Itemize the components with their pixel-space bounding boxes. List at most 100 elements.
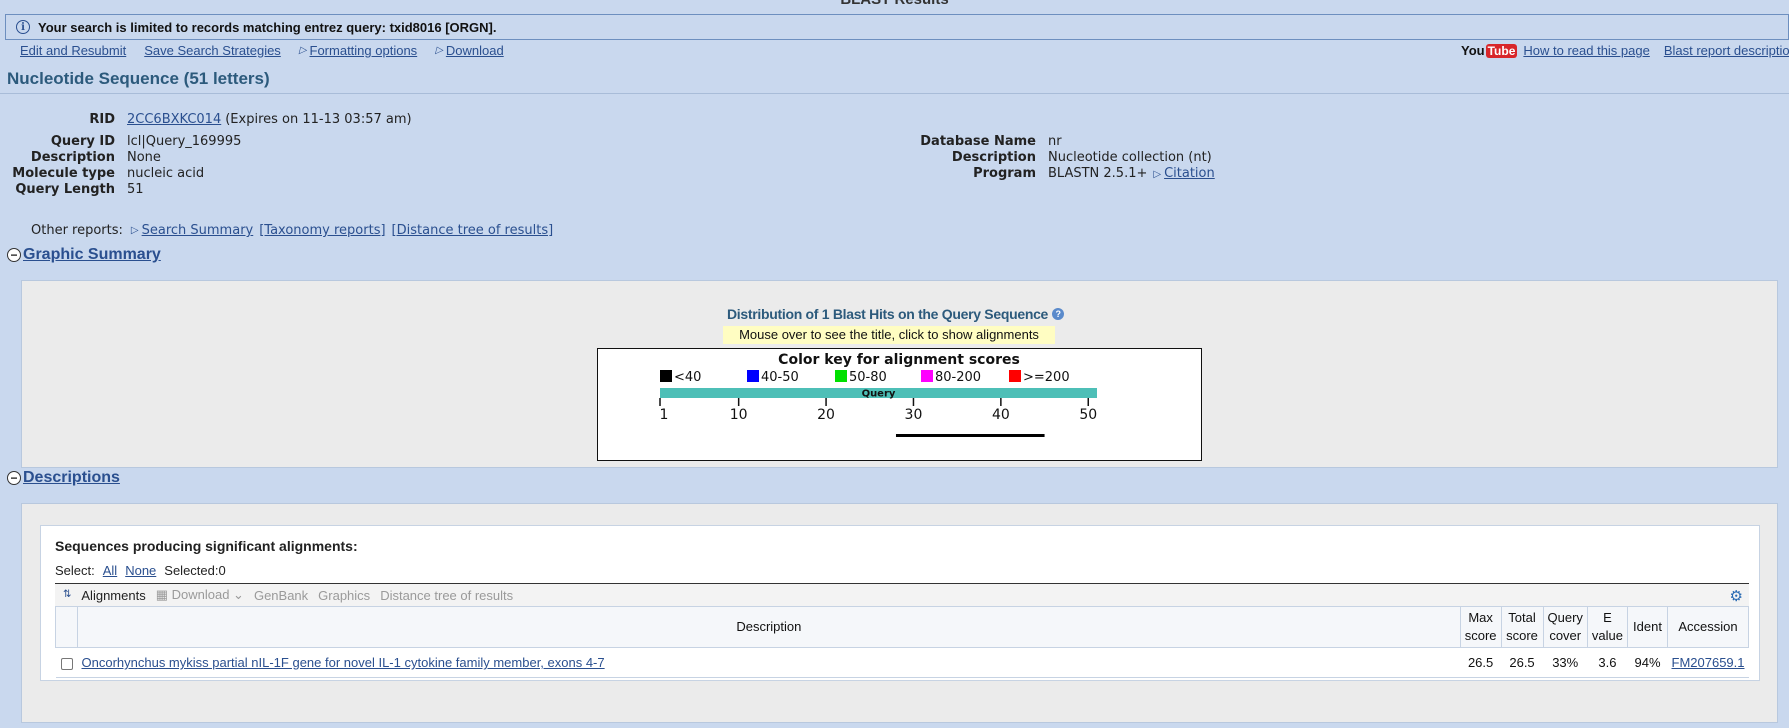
- description-header[interactable]: Description: [77, 606, 1461, 648]
- formatting-options-label[interactable]: Formatting options: [310, 43, 418, 58]
- e-value-cell: 3.6: [1587, 647, 1628, 678]
- help-icon[interactable]: ?: [1052, 308, 1065, 320]
- accession-cell: FM207659.1: [1667, 647, 1749, 678]
- info-label: Query Length: [15, 182, 115, 197]
- sort-icon[interactable]: ⇅: [63, 590, 71, 600]
- axis-tick-label: 50: [1079, 407, 1097, 423]
- description-cell: Oncorhynchus mykiss partial nIL-1F gene …: [77, 647, 1461, 678]
- total-score-header[interactable]: Total score: [1500, 606, 1544, 648]
- graphic-summary-link[interactable]: Graphic Summary: [23, 246, 161, 264]
- save-strategies-link[interactable]: Save Search Strategies: [144, 43, 281, 58]
- descriptions-link[interactable]: Descriptions: [23, 469, 120, 487]
- graphics-button[interactable]: Graphics: [318, 588, 370, 603]
- info-value: nr: [1048, 134, 1062, 149]
- description-link[interactable]: Oncorhynchus mykiss partial nIL-1F gene …: [82, 655, 605, 670]
- rid-label: RID: [89, 112, 115, 127]
- edit-resubmit-link[interactable]: Edit and Resubmit: [20, 43, 126, 58]
- distribution-title: Distribution of 1 Blast Hits on the Quer…: [727, 306, 1065, 322]
- selected-count: Selected:0: [164, 563, 226, 578]
- formatting-options-toggle[interactable]: ▷ Formatting options: [299, 43, 417, 58]
- results-table: Description Max score Total score Query cov…: [55, 606, 1749, 678]
- info-label: Program: [973, 166, 1036, 181]
- select-column-header: [55, 606, 78, 648]
- color-key-label: 40-50: [761, 370, 799, 385]
- rid-link[interactable]: 2CC6BXKC014: [127, 112, 221, 128]
- distribution-title-text: Distribution of 1 Blast Hits on the Quer…: [727, 306, 1049, 322]
- max-score-cell: 26.5: [1460, 647, 1502, 678]
- axis-tick-label: 20: [817, 407, 835, 423]
- collapse-icon[interactable]: −: [7, 248, 21, 262]
- triangle-right-icon: ▷: [298, 45, 307, 56]
- collapse-icon[interactable]: −: [7, 471, 21, 485]
- row-checkbox[interactable]: [60, 657, 73, 670]
- help-toolbar: You Tube How to read this page Blast repo…: [1461, 43, 1789, 58]
- sequence-title: Nucleotide Sequence (51 letters): [7, 69, 270, 88]
- color-key-swatch: [1009, 370, 1021, 382]
- divider: [0, 93, 1789, 94]
- distance-tree-link[interactable]: [Distance tree of results]: [392, 223, 554, 238]
- gear-icon[interactable]: ⚙: [1730, 587, 1743, 605]
- mouse-over-note: Mouse over to see the title, click to sh…: [723, 326, 1055, 344]
- color-key-swatch: [660, 370, 672, 382]
- color-key-swatch: [747, 370, 759, 382]
- info-row: Database Name nr: [0, 134, 1215, 150]
- descriptions-toolbar: ⇅ Alignments ▦ Download ⌄ GenBank Graphi…: [55, 583, 1749, 606]
- total-score-cell: 26.5: [1501, 647, 1544, 678]
- row-checkbox-cell: [55, 647, 78, 678]
- color-key-label: >=200: [1023, 370, 1070, 385]
- download-button[interactable]: ▦ Download ⌄: [156, 587, 244, 603]
- table-row: Oncorhynchus mykiss partial nIL-1F gene …: [55, 647, 1749, 678]
- axis-tick-label: 1: [660, 407, 669, 423]
- accession-link[interactable]: FM207659.1: [1672, 655, 1745, 670]
- info-row: Description Nucleotide collection (nt): [0, 150, 1215, 166]
- select-all-link[interactable]: All: [103, 563, 117, 578]
- alignment-graphic: Color key for alignment scores <40 40-50 5…: [659, 352, 1097, 437]
- download-toggle[interactable]: ▷ Download: [435, 43, 504, 58]
- descriptions-heading: − Descriptions: [7, 469, 120, 487]
- notice-text: Your search is limited to records matchi…: [38, 19, 497, 35]
- how-to-read-link[interactable]: How to read this page: [1523, 43, 1649, 58]
- info-row: Program BLASTN 2.5.1+ ▷ Citation: [0, 166, 1215, 182]
- query-cover-cell: 33%: [1543, 647, 1588, 678]
- triangle-right-icon: ▷: [130, 225, 139, 236]
- select-label: Select:: [55, 563, 95, 578]
- accession-header[interactable]: Accession: [1667, 606, 1749, 648]
- citation-link[interactable]: Citation: [1164, 166, 1215, 181]
- color-key-label: <40: [674, 370, 701, 385]
- citation-toggle[interactable]: ▷ Citation: [1153, 166, 1214, 182]
- taxonomy-reports-link[interactable]: [Taxonomy reports]: [259, 223, 385, 238]
- ident-cell: 94%: [1627, 647, 1668, 678]
- alignments-button[interactable]: Alignments: [81, 588, 145, 603]
- info-value: BLASTN 2.5.1+: [1048, 166, 1148, 181]
- rid-expires: (Expires on 11-13 03:57 am): [225, 112, 412, 127]
- max-score-header[interactable]: Max score: [1459, 606, 1502, 648]
- info-label: Database Name: [920, 134, 1036, 149]
- page-title: BLAST Results: [0, 0, 1789, 8]
- download-label[interactable]: Download: [446, 43, 504, 58]
- youtube-logo[interactable]: You Tube: [1461, 43, 1518, 58]
- triangle-right-icon: ▷: [435, 45, 443, 56]
- search-summary-toggle[interactable]: ▷ Search Summary: [131, 223, 253, 238]
- ident-header[interactable]: Ident: [1627, 606, 1668, 648]
- distance-tree-button[interactable]: Distance tree of results: [380, 588, 513, 603]
- search-summary-link[interactable]: Search Summary: [142, 223, 254, 238]
- rid-row: RID 2CC6BXKC014 (Expires on 11-13 03:57 …: [0, 112, 412, 128]
- info-icon: i: [16, 20, 30, 34]
- hit-bar[interactable]: [895, 434, 1045, 437]
- select-row: Select: All None Selected:0: [55, 563, 226, 578]
- query-cover-header[interactable]: Query cover: [1542, 606, 1588, 648]
- select-none-link[interactable]: None: [125, 563, 156, 578]
- blast-report-description-link[interactable]: Blast report description: [1664, 43, 1789, 58]
- info-value: Nucleotide collection (nt): [1048, 150, 1212, 165]
- triangle-right-icon: ▷: [1153, 169, 1162, 180]
- graphic-summary-heading: − Graphic Summary: [7, 246, 161, 264]
- color-key-graphic: Color key for alignment scores <40 40-50 5…: [597, 348, 1202, 461]
- color-key-label: 80-200: [935, 370, 981, 385]
- color-key-label: 50-80: [849, 370, 887, 385]
- search-limit-notice: i Your search is limited to records matc…: [5, 14, 1789, 40]
- info-row: Query Length 51: [0, 182, 241, 198]
- e-value-header[interactable]: Evalue: [1586, 606, 1629, 648]
- axis-tick-label: 40: [992, 407, 1010, 423]
- genbank-button[interactable]: GenBank: [254, 588, 308, 603]
- download-icon: ▦: [155, 587, 172, 602]
